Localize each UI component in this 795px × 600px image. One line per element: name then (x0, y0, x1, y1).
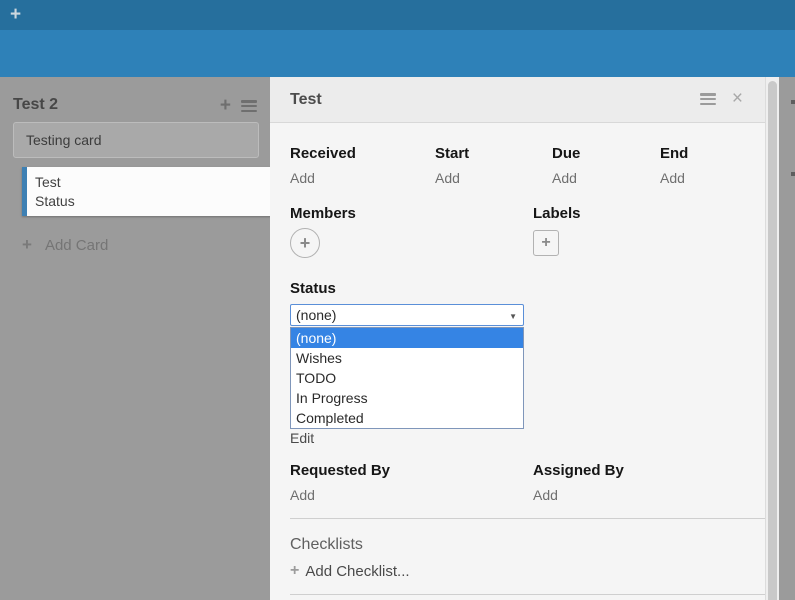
date-label: Received (290, 145, 356, 162)
minicard-subtitle: Status (35, 192, 272, 211)
status-select[interactable]: (none) ▼ (290, 304, 524, 326)
date-label: End (660, 145, 688, 162)
requested-by-label: Requested By (290, 462, 390, 479)
plus-icon: + (290, 562, 299, 580)
plus-icon: + (300, 233, 311, 254)
top-navigation-bar: + (0, 0, 795, 30)
minicard-title: Test (35, 173, 272, 192)
list-header: Test 2 + (13, 96, 259, 118)
next-list-edge (779, 77, 795, 600)
date-field-start: Start Add (435, 145, 469, 162)
date-add-link[interactable]: Add (290, 170, 315, 186)
assigned-by-label: Assigned By (533, 462, 624, 479)
add-checklist-label: Add Checklist... (305, 563, 409, 580)
card-menu-icon[interactable] (700, 93, 716, 105)
add-checklist-button[interactable]: + Add Checklist... (290, 562, 410, 580)
status-selected-value: (none) (296, 307, 336, 323)
board-header-bar (0, 30, 795, 77)
chevron-down-icon: ▼ (509, 312, 517, 321)
divider (290, 518, 765, 519)
scrollbar-thumb[interactable] (768, 81, 777, 600)
requested-by-add-link[interactable]: Add (290, 487, 315, 503)
card-detail-panel: Test × Received Add Start Add Due Add En… (270, 77, 765, 600)
date-field-received: Received Add (290, 145, 356, 162)
date-add-link[interactable]: Add (435, 170, 460, 186)
offscreen-icon (791, 172, 795, 176)
members-label: Members (290, 205, 356, 222)
offscreen-icon (791, 100, 795, 104)
card-title: Test (290, 91, 322, 109)
date-label: Start (435, 145, 469, 162)
add-card-label: Add Card (45, 237, 108, 254)
date-add-link[interactable]: Add (660, 170, 685, 186)
add-board-icon[interactable]: + (10, 4, 21, 25)
app-screen: + Test 2 + Testing card Test Status + Ad… (0, 0, 795, 600)
labels-label: Labels (533, 205, 581, 222)
divider (290, 594, 765, 595)
assigned-by-add-link[interactable]: Add (533, 487, 558, 503)
checklists-title: Checklists (290, 536, 363, 554)
minicard-title: Testing card (26, 132, 101, 148)
status-option[interactable]: TODO (291, 368, 523, 388)
list-menu-icon[interactable] (241, 100, 257, 112)
status-edit-link[interactable]: Edit (290, 430, 314, 446)
add-label-button[interactable]: + (533, 230, 559, 256)
add-card-button[interactable]: + Add Card (22, 235, 108, 255)
list-title: Test 2 (13, 96, 58, 113)
plus-icon: + (22, 235, 32, 255)
date-add-link[interactable]: Add (552, 170, 577, 186)
panel-scrollbar[interactable] (765, 77, 779, 600)
status-option[interactable]: In Progress (291, 388, 523, 408)
card-detail-header: Test × (270, 77, 765, 123)
list-add-card-icon[interactable]: + (220, 98, 231, 114)
date-label: Due (552, 145, 580, 162)
minicard[interactable]: Testing card (13, 122, 259, 158)
plus-icon: + (541, 234, 550, 252)
close-icon[interactable]: × (732, 92, 743, 106)
minicard-selected[interactable]: Test Status (22, 167, 272, 216)
status-dropdown-list: (none) Wishes TODO In Progress Completed (290, 327, 524, 429)
date-field-end: End Add (660, 145, 688, 162)
status-option[interactable]: Completed (291, 408, 523, 428)
status-option[interactable]: (none) (291, 328, 523, 348)
status-label: Status (290, 280, 336, 297)
status-option[interactable]: Wishes (291, 348, 523, 368)
date-field-due: Due Add (552, 145, 580, 162)
add-member-button[interactable]: + (290, 228, 320, 258)
